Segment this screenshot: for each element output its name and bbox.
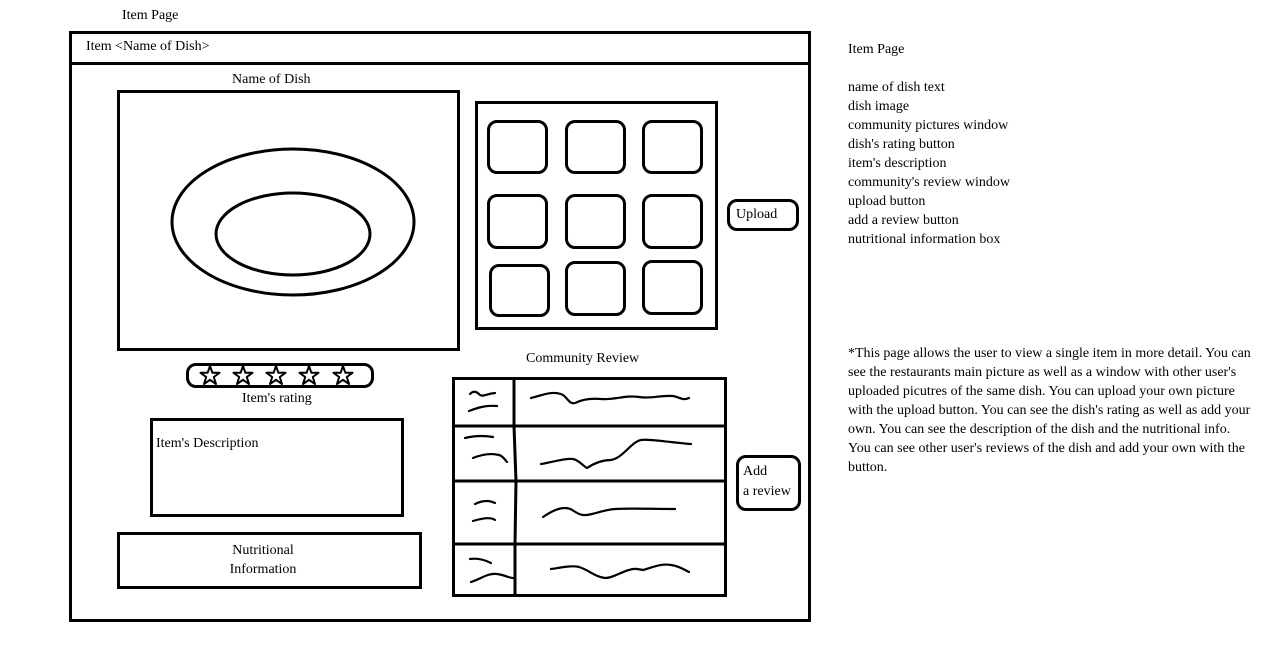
upload-button[interactable]: Upload <box>727 199 799 231</box>
notes-list-item: community pictures window <box>848 118 1009 133</box>
title-bar-divider <box>72 62 808 65</box>
description-box: Item's Description <box>150 418 404 517</box>
review-text-scribble <box>549 563 691 580</box>
reviewer-avatar-scribble <box>468 390 497 397</box>
reviewer-avatar-scribble <box>468 557 493 565</box>
community-thumbnail[interactable] <box>642 194 703 249</box>
add-review-button[interactable]: Add a review <box>736 455 801 511</box>
star-icon <box>298 366 320 385</box>
community-thumbnail[interactable] <box>565 120 626 174</box>
notes-list-item: dish image <box>848 99 910 114</box>
reviewer-avatar-scribble <box>471 452 509 464</box>
plate-icon <box>170 147 416 297</box>
window-title: Item <Name of Dish> <box>86 39 210 54</box>
community-thumbnail[interactable] <box>487 194 548 249</box>
notes-list-item: add a review button <box>848 213 959 228</box>
community-thumbnail[interactable] <box>565 194 626 249</box>
add-review-label-line2: a review <box>743 484 791 499</box>
community-pictures-window[interactable] <box>475 101 718 330</box>
review-text-scribble <box>529 391 691 405</box>
community-thumbnail[interactable] <box>642 120 703 174</box>
community-review-title: Community Review <box>526 351 640 366</box>
nutrition-label-line2: Information <box>229 562 297 577</box>
notes-list-item: item's description <box>848 156 947 171</box>
notes-title: Item Page <box>848 42 905 57</box>
star-icon <box>265 366 287 385</box>
reviewer-avatar-scribble <box>473 499 497 506</box>
review-text-scribble <box>539 438 693 470</box>
review-scribbles <box>455 380 724 594</box>
rating-label: Item's rating <box>242 391 312 406</box>
page-label: Item Page <box>122 8 179 23</box>
notes-list-item: name of dish text <box>848 80 945 95</box>
add-review-label-line1: Add <box>743 464 768 479</box>
notes-list-item: upload button <box>848 194 926 209</box>
dish-name: Name of Dish <box>232 72 311 87</box>
notes-element-list: name of dish text dish image community p… <box>848 78 1010 249</box>
star-icon <box>232 366 254 385</box>
community-thumbnail[interactable] <box>489 264 550 317</box>
community-thumbnail[interactable] <box>565 261 626 316</box>
reviewer-avatar-scribble <box>469 572 515 584</box>
rating-button[interactable] <box>186 363 374 388</box>
notes-list-item: dish's rating button <box>848 137 955 152</box>
community-review-window <box>452 377 727 597</box>
star-icon <box>199 366 221 385</box>
reviewer-avatar-scribble <box>467 404 499 413</box>
review-column-divider <box>512 380 518 594</box>
nutrition-label-line1: Nutritional <box>232 543 294 558</box>
dish-image <box>117 90 460 351</box>
notes-description: *This page allows the user to view a sin… <box>848 346 1251 475</box>
upload-button-label: Upload <box>736 207 778 222</box>
description-label: Item's Description <box>156 436 259 451</box>
community-thumbnail[interactable] <box>642 260 703 315</box>
star-icon <box>332 366 354 385</box>
rating-stars <box>199 366 354 385</box>
reviewer-avatar-scribble <box>471 517 497 523</box>
community-thumbnail[interactable] <box>487 120 548 174</box>
reviewer-avatar-scribble <box>463 434 495 440</box>
notes-list-item: nutritional information box <box>848 232 1001 247</box>
review-text-scribble <box>541 506 677 519</box>
notes-list-item: community's review window <box>848 175 1010 190</box>
nutrition-box: Nutritional Information <box>117 532 422 589</box>
